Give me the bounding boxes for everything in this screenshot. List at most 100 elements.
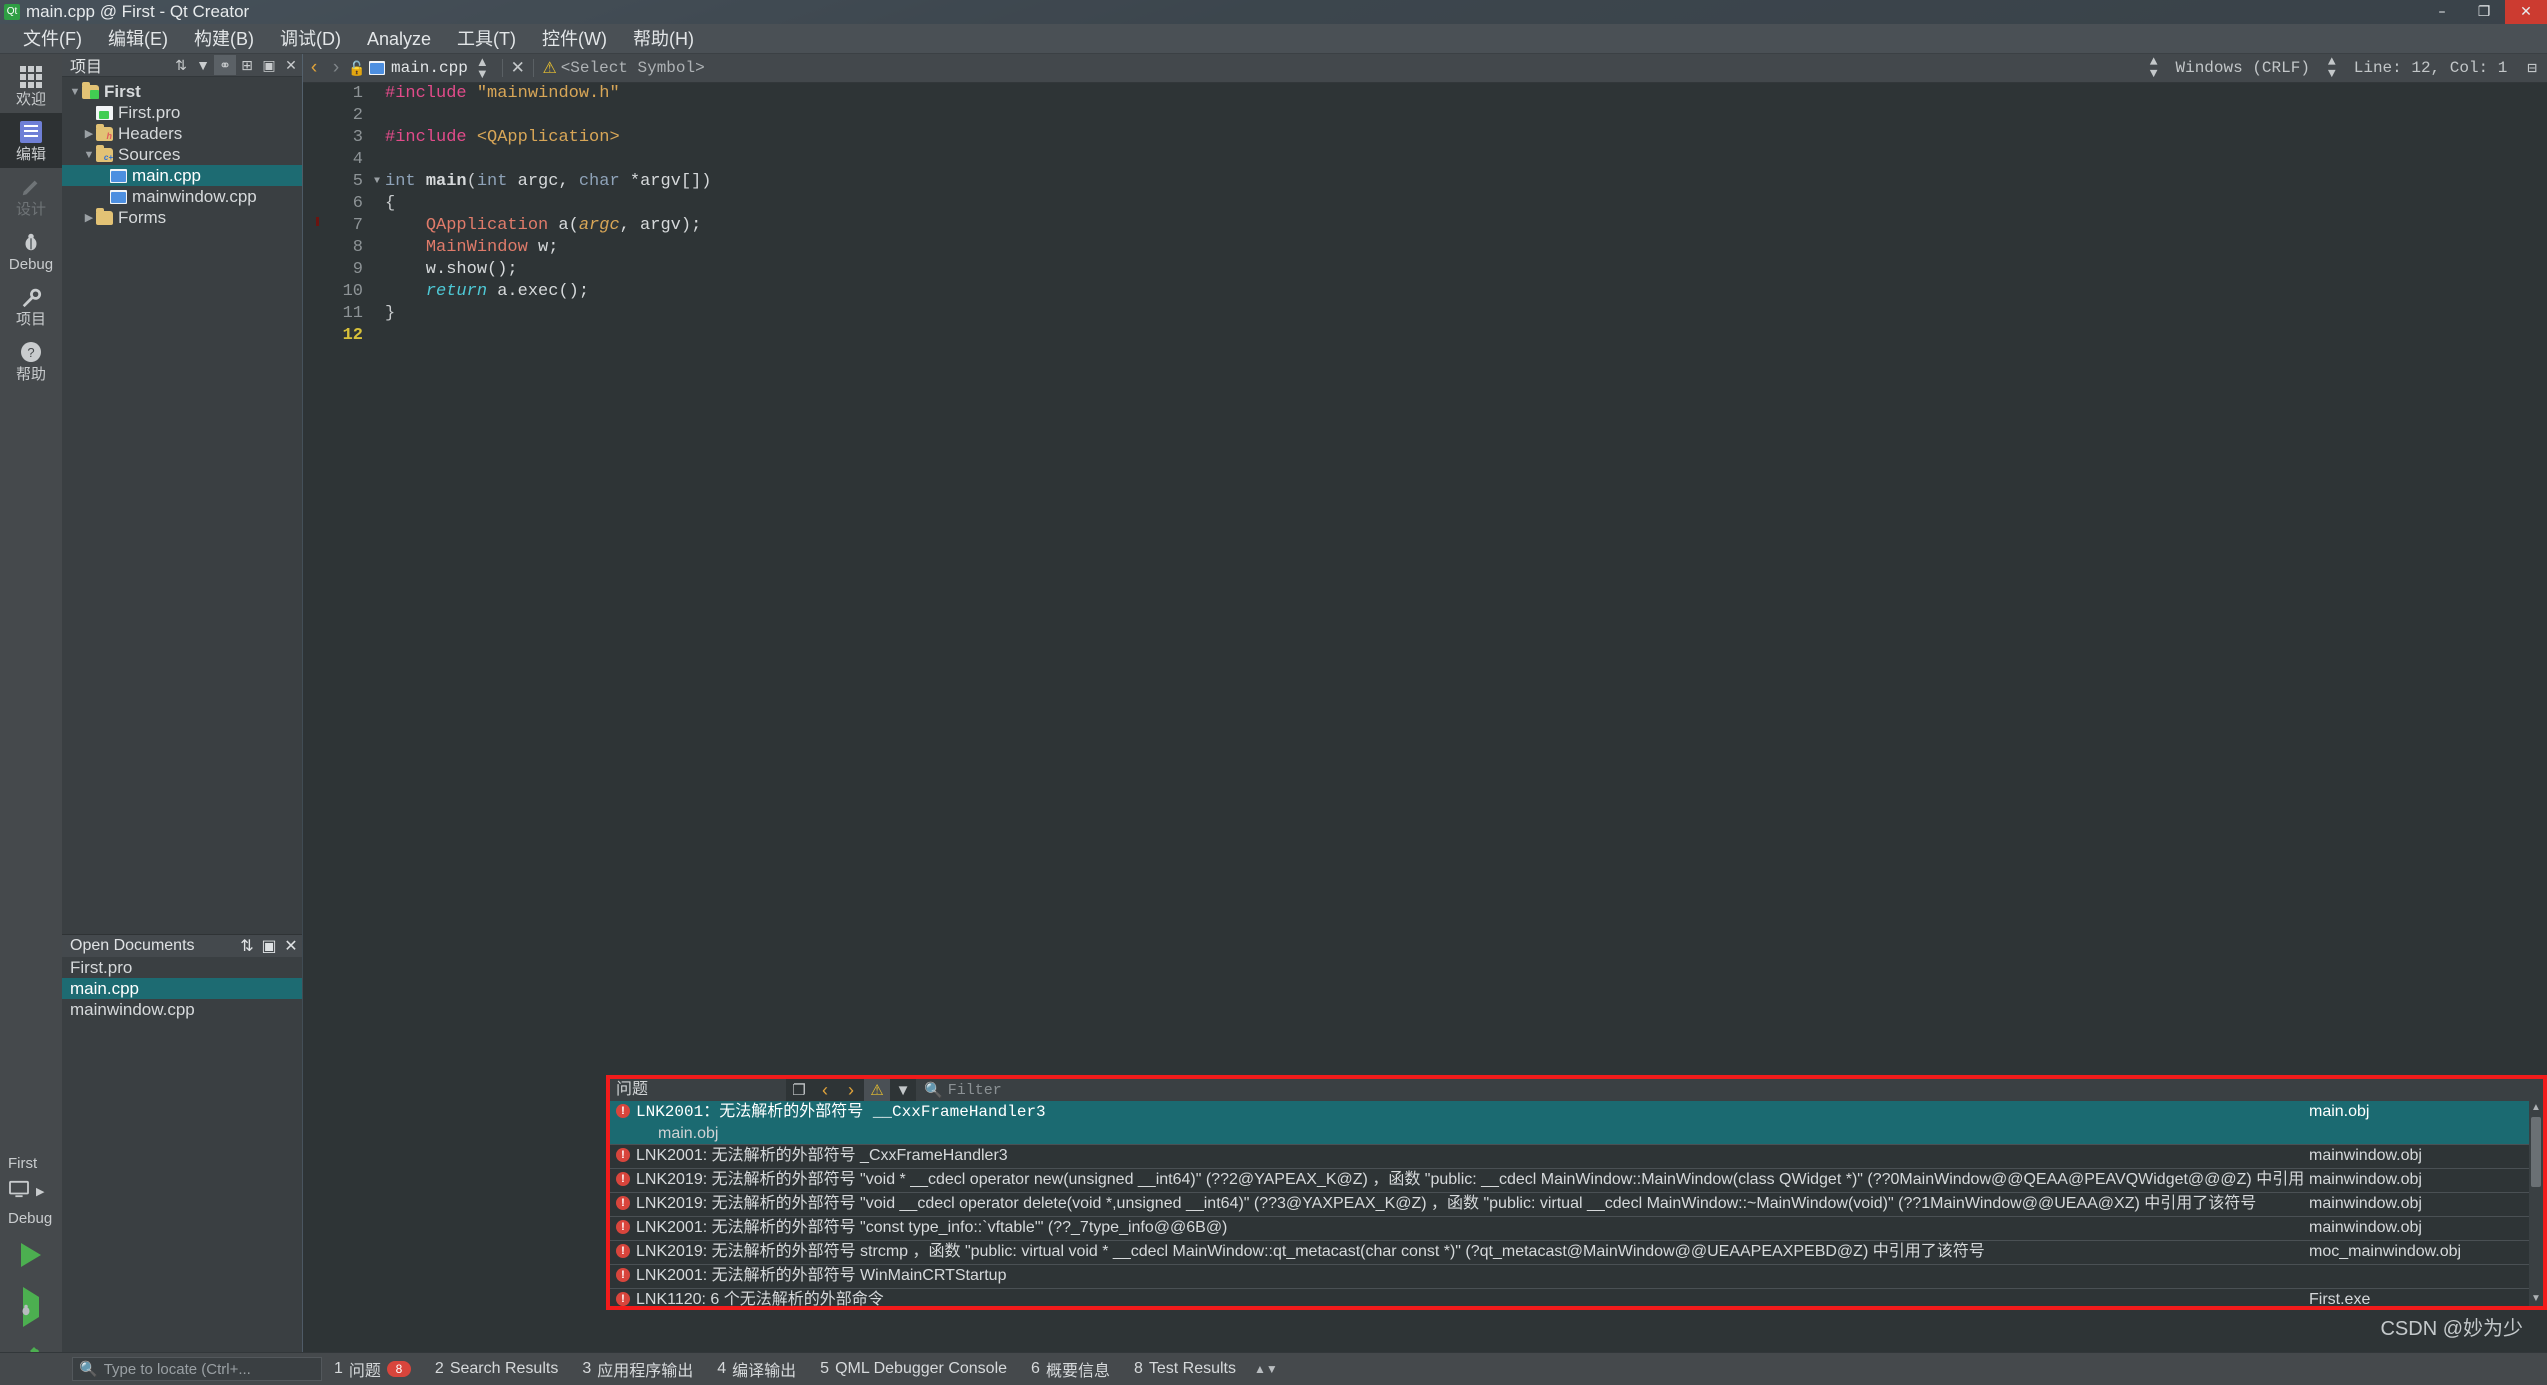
line-ending-dropdown-icon[interactable]: ▲ ▼ (2150, 55, 2158, 80)
open-document-first-pro[interactable]: First.pro (62, 957, 302, 978)
issue-message: LNK2001：无法解析的外部符号 __CxxFrameHandler3 (636, 1103, 1046, 1121)
editor-filename[interactable]: main.cpp (391, 59, 468, 77)
open-document-mainwindow-cpp[interactable]: mainwindow.cpp (62, 999, 302, 1020)
output-tab-issues[interactable]: 1 问题 8 (322, 1353, 423, 1385)
split-button[interactable]: ▣ (258, 55, 280, 75)
scrollbar-thumb[interactable] (2531, 1117, 2541, 1187)
kit-target-selector[interactable]: ▶ (0, 1174, 62, 1204)
collapse-all[interactable]: ⊞ (236, 55, 258, 75)
filter-toggle[interactable]: ▼ (192, 55, 214, 75)
mode-welcome[interactable]: 欢迎 (0, 58, 62, 113)
menu-window[interactable]: 控件(W) (529, 24, 620, 54)
filter-funnel-button[interactable]: ▼ (890, 1079, 916, 1101)
mode-projects[interactable]: 项目 (0, 278, 62, 333)
breakpoint-marker[interactable] (311, 215, 331, 237)
scroll-up-icon[interactable]: ▲ (2529, 1101, 2543, 1115)
sort-toggle[interactable]: ⇅ (170, 55, 192, 75)
code-token: *argv[]) (619, 172, 712, 191)
issue-row[interactable]: LNK2001: 无法解析的外部符号 WinMainCRTStartup (610, 1265, 2529, 1289)
debug-button[interactable] (0, 1281, 62, 1333)
output-tab-qml-debugger-console[interactable]: 5 QML Debugger Console (808, 1353, 1019, 1385)
line-ending-label[interactable]: Windows (CRLF) (2166, 59, 2320, 77)
run-button[interactable] (0, 1229, 62, 1281)
code-token: a( (548, 216, 579, 235)
split-documents[interactable]: ▣ (258, 936, 280, 956)
sort-documents[interactable]: ⇅ (236, 936, 258, 956)
mode-debug[interactable]: Debug (0, 223, 62, 278)
chevron-right-icon[interactable]: ▶ (82, 211, 96, 224)
tree-item-mainwindow-cpp[interactable]: mainwindow.cpp (62, 186, 302, 207)
output-tab-general-messages[interactable]: 6 概要信息 (1019, 1353, 1122, 1385)
next-issue-button[interactable]: › (838, 1079, 864, 1101)
mode-help[interactable]: ? 帮助 (0, 333, 62, 388)
link-toggle[interactable]: ⚭ (214, 55, 236, 75)
close-icon[interactable]: ✕ (508, 58, 528, 78)
issue-row[interactable]: LNK2019: 无法解析的外部符号 "void * __cdecl opera… (610, 1169, 2529, 1193)
issues-filter-input[interactable]: 🔍 Filter (916, 1079, 2543, 1101)
chevron-left-icon[interactable]: ‹ (303, 57, 325, 79)
updown-arrow-icon[interactable]: ▲▼ (476, 55, 489, 80)
issue-row[interactable]: LNK2001: 无法解析的外部符号 "const type_info::`vf… (610, 1217, 2529, 1241)
menu-help[interactable]: 帮助(H) (620, 24, 707, 54)
menu-analyze[interactable]: Analyze (354, 24, 444, 54)
encoding-dropdown-icon[interactable]: ▲ ▼ (2328, 55, 2336, 80)
kit-build-config[interactable]: Debug (0, 1204, 62, 1229)
tree-item-sources[interactable]: ▼ c+ Sources (62, 144, 302, 165)
split-editor-icon[interactable]: ⊟ (2517, 58, 2547, 78)
close-documents-pane[interactable]: ✕ (280, 936, 302, 956)
tree-item-forms[interactable]: ▶ Forms (62, 207, 302, 228)
issue-row[interactable]: LNK2001: 无法解析的外部符号 _CxxFrameHandler3 mai… (610, 1145, 2529, 1169)
filter-warnings-button[interactable]: ⚠ (864, 1079, 890, 1101)
prev-issue-button[interactable]: ‹ (812, 1079, 838, 1101)
chevron-right-icon[interactable]: › (325, 57, 347, 79)
menu-tools[interactable]: 工具(T) (444, 24, 529, 54)
unlocked-icon[interactable]: 🔓 (347, 60, 367, 77)
error-icon (616, 1292, 630, 1306)
close-button[interactable]: ✕ (2505, 0, 2547, 24)
chevron-down-icon[interactable]: ▼ (68, 86, 82, 98)
output-tab-application-output[interactable]: 3 应用程序输出 (570, 1353, 705, 1385)
issues-list[interactable]: LNK2001：无法解析的外部符号 __CxxFrameHandler3 mai… (610, 1101, 2529, 1306)
mode-edit[interactable]: 编辑 (0, 113, 62, 168)
mode-selector-bar: 欢迎 编辑 设计 Debug 项目 ? 帮助 First ▶ Debug (0, 54, 63, 1385)
code-editor[interactable]: 1 #include "mainwindow.h" 2 3 #include <… (303, 83, 2547, 934)
tree-item-label: Forms (118, 207, 167, 227)
fold-marker-down-icon[interactable]: ▼ (369, 171, 385, 193)
warning-icon[interactable]: ⚠ (539, 58, 561, 78)
menu-file[interactable]: 文件(F) (10, 24, 95, 54)
issue-row[interactable]: LNK2019: 无法解析的外部符号 "void __cdecl operato… (610, 1193, 2529, 1217)
project-tree: ▼ First First.pro ▶ h Headers ▼ c+ Sourc… (62, 77, 302, 228)
output-tab-compile-output[interactable]: 4 编译输出 (705, 1353, 808, 1385)
tree-item-first-pro[interactable]: First.pro (62, 102, 302, 123)
updown-arrow-icon[interactable]: ▲▼ (1248, 1362, 1284, 1376)
tree-item-label: First (104, 81, 141, 101)
copy-issue-button[interactable]: ❐ (786, 1079, 812, 1101)
menu-edit[interactable]: 编辑(E) (95, 24, 181, 54)
open-document-main-cpp[interactable]: main.cpp (62, 978, 302, 999)
error-icon (616, 1196, 630, 1210)
issue-row[interactable]: LNK2001：无法解析的外部符号 __CxxFrameHandler3 mai… (610, 1101, 2529, 1145)
symbol-selector[interactable]: <Select Symbol> (561, 59, 705, 77)
tree-item-first[interactable]: ▼ First (62, 81, 302, 102)
tree-item-main-cpp[interactable]: main.cpp (62, 165, 302, 186)
kit-project-name[interactable]: First (0, 1149, 62, 1174)
menu-build[interactable]: 构建(B) (181, 24, 267, 54)
minimize-button[interactable]: – (2421, 0, 2463, 24)
error-icon (616, 1148, 630, 1162)
menu-debug[interactable]: 调试(D) (267, 24, 354, 54)
tab-label: 问题 (348, 1363, 381, 1380)
output-tab-search-results[interactable]: 2 Search Results (423, 1353, 570, 1385)
close-pane[interactable]: ✕ (280, 55, 302, 75)
chevron-right-icon[interactable]: ▶ (82, 127, 96, 140)
output-tab-test-results[interactable]: 8 Test Results (1122, 1353, 1248, 1385)
issue-row[interactable]: LNK2019: 无法解析的外部符号 strcmp ，函数 "public: v… (610, 1241, 2529, 1265)
maximize-button[interactable]: ❐ (2463, 0, 2505, 24)
tree-item-headers[interactable]: ▶ h Headers (62, 123, 302, 144)
line-number: 5 (352, 172, 363, 191)
issue-row[interactable]: LNK1120: 6 个无法解析的外部命令 First.exe (610, 1289, 2529, 1306)
error-icon (616, 1104, 630, 1118)
issues-scrollbar[interactable]: ▲ ▼ (2529, 1101, 2543, 1306)
scroll-down-icon[interactable]: ▼ (2529, 1292, 2543, 1306)
chevron-down-icon[interactable]: ▼ (82, 149, 96, 161)
locator-input[interactable]: 🔍 Type to locate (Ctrl+... (72, 1357, 322, 1381)
